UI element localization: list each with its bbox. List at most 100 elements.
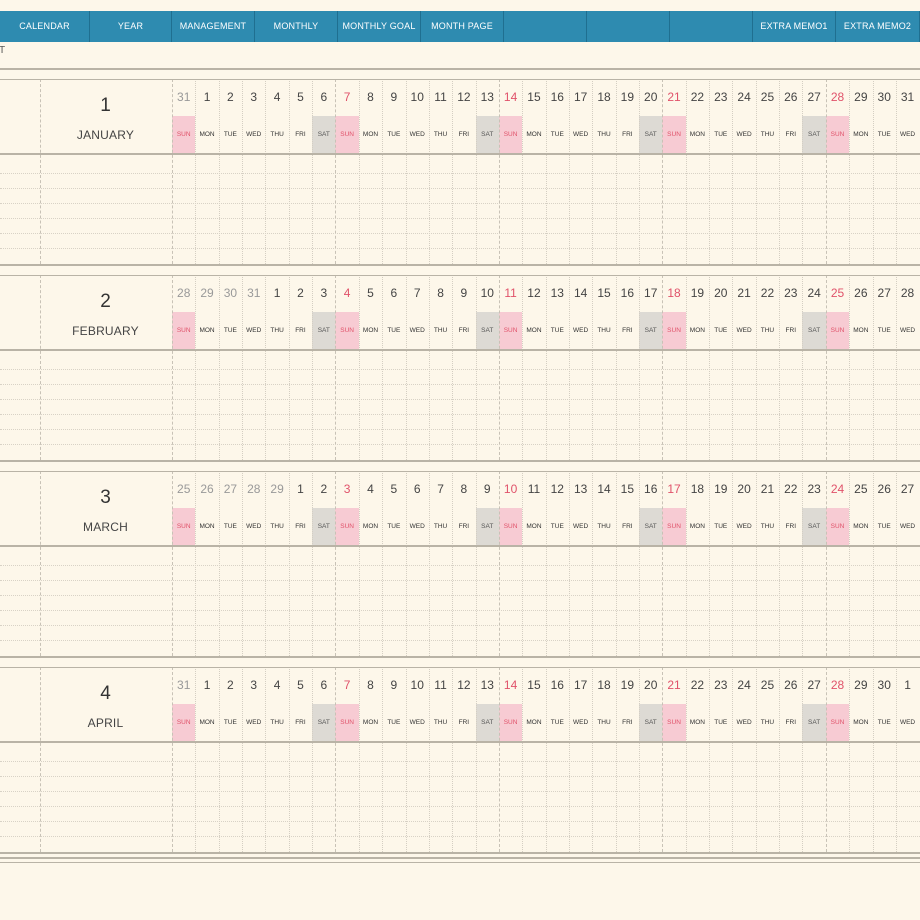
day-number[interactable]: 10: [476, 286, 499, 300]
day-number[interactable]: 3: [242, 90, 265, 104]
day-number[interactable]: 8: [359, 678, 382, 692]
day-number[interactable]: 21: [756, 482, 779, 496]
day-number[interactable]: 11: [499, 286, 522, 300]
day-number[interactable]: 18: [592, 90, 615, 104]
day-number[interactable]: 14: [499, 678, 522, 692]
day-number[interactable]: 16: [546, 678, 569, 692]
day-number[interactable]: 28: [242, 482, 265, 496]
day-number[interactable]: 5: [289, 90, 312, 104]
day-number[interactable]: 2: [219, 90, 242, 104]
tab-year[interactable]: YEAR: [90, 11, 172, 42]
day-number[interactable]: 5: [359, 286, 382, 300]
day-number[interactable]: 17: [639, 286, 662, 300]
day-number[interactable]: 21: [662, 678, 685, 692]
tab-month-page[interactable]: MONTH PAGE: [421, 11, 504, 42]
day-number[interactable]: 1: [896, 678, 919, 692]
day-number[interactable]: 25: [172, 482, 195, 496]
day-number[interactable]: 23: [709, 678, 732, 692]
day-number[interactable]: 18: [662, 286, 685, 300]
day-number[interactable]: 8: [452, 482, 475, 496]
day-number[interactable]: 21: [732, 286, 755, 300]
day-number[interactable]: 31: [242, 286, 265, 300]
day-number[interactable]: 26: [779, 678, 802, 692]
day-number[interactable]: 16: [546, 90, 569, 104]
day-number[interactable]: 22: [686, 90, 709, 104]
day-number[interactable]: 26: [873, 482, 896, 496]
day-number[interactable]: 3: [312, 286, 335, 300]
day-number[interactable]: 19: [686, 286, 709, 300]
day-number[interactable]: 21: [662, 90, 685, 104]
day-number[interactable]: 12: [546, 482, 569, 496]
day-number[interactable]: 1: [195, 678, 218, 692]
day-number[interactable]: 19: [709, 482, 732, 496]
day-number[interactable]: 2: [289, 286, 312, 300]
day-number[interactable]: 29: [195, 286, 218, 300]
day-number[interactable]: 24: [732, 678, 755, 692]
day-number[interactable]: 15: [592, 286, 615, 300]
day-number[interactable]: 10: [499, 482, 522, 496]
day-number[interactable]: 14: [569, 286, 592, 300]
day-number[interactable]: 1: [265, 286, 288, 300]
day-number[interactable]: 31: [172, 678, 195, 692]
day-number[interactable]: 25: [756, 90, 779, 104]
day-number[interactable]: 6: [406, 482, 429, 496]
day-number[interactable]: 28: [896, 286, 919, 300]
day-number[interactable]: 2: [312, 482, 335, 496]
day-number[interactable]: 11: [522, 482, 545, 496]
day-number[interactable]: 27: [219, 482, 242, 496]
day-number[interactable]: 17: [569, 678, 592, 692]
tab-extra-memo2[interactable]: EXTRA MEMO2: [836, 11, 920, 42]
day-number[interactable]: 8: [359, 90, 382, 104]
day-number[interactable]: 14: [499, 90, 522, 104]
day-number[interactable]: 24: [826, 482, 849, 496]
day-number[interactable]: 24: [802, 286, 825, 300]
day-number[interactable]: 1: [289, 482, 312, 496]
day-number[interactable]: 29: [265, 482, 288, 496]
day-number[interactable]: 19: [616, 678, 639, 692]
day-number[interactable]: 31: [896, 90, 919, 104]
day-number[interactable]: 10: [406, 90, 429, 104]
day-number[interactable]: 28: [826, 678, 849, 692]
day-number[interactable]: 16: [616, 286, 639, 300]
day-number[interactable]: 23: [709, 90, 732, 104]
day-number[interactable]: 11: [429, 678, 452, 692]
tab-management[interactable]: MANAGEMENT: [172, 11, 255, 42]
day-number[interactable]: 6: [312, 90, 335, 104]
tab-empty-6[interactable]: [504, 11, 587, 42]
day-number[interactable]: 6: [382, 286, 405, 300]
day-number[interactable]: 6: [312, 678, 335, 692]
day-number[interactable]: 3: [242, 678, 265, 692]
day-number[interactable]: 27: [802, 90, 825, 104]
day-number[interactable]: 12: [452, 90, 475, 104]
day-number[interactable]: 31: [172, 90, 195, 104]
day-number[interactable]: 20: [639, 678, 662, 692]
day-number[interactable]: 16: [639, 482, 662, 496]
day-number[interactable]: 13: [569, 482, 592, 496]
day-number[interactable]: 15: [522, 678, 545, 692]
day-number[interactable]: 18: [592, 678, 615, 692]
day-number[interactable]: 20: [709, 286, 732, 300]
day-number[interactable]: 10: [406, 678, 429, 692]
tab-empty-8[interactable]: [670, 11, 753, 42]
tab-extra-memo1[interactable]: EXTRA MEMO1: [753, 11, 836, 42]
day-number[interactable]: 15: [616, 482, 639, 496]
day-number[interactable]: 5: [382, 482, 405, 496]
day-number[interactable]: 4: [265, 90, 288, 104]
day-number[interactable]: 18: [686, 482, 709, 496]
day-number[interactable]: 27: [802, 678, 825, 692]
day-number[interactable]: 9: [382, 678, 405, 692]
tab-calendar[interactable]: CALENDAR: [0, 11, 90, 42]
day-number[interactable]: 5: [289, 678, 312, 692]
day-number[interactable]: 12: [522, 286, 545, 300]
day-number[interactable]: 22: [779, 482, 802, 496]
day-number[interactable]: 4: [335, 286, 358, 300]
day-number[interactable]: 8: [429, 286, 452, 300]
day-number[interactable]: 7: [335, 90, 358, 104]
month-name[interactable]: FEBRUARY: [40, 324, 171, 338]
day-number[interactable]: 12: [452, 678, 475, 692]
day-number[interactable]: 1: [195, 90, 218, 104]
day-number[interactable]: 17: [662, 482, 685, 496]
day-number[interactable]: 13: [476, 90, 499, 104]
day-number[interactable]: 20: [732, 482, 755, 496]
day-number[interactable]: 9: [452, 286, 475, 300]
